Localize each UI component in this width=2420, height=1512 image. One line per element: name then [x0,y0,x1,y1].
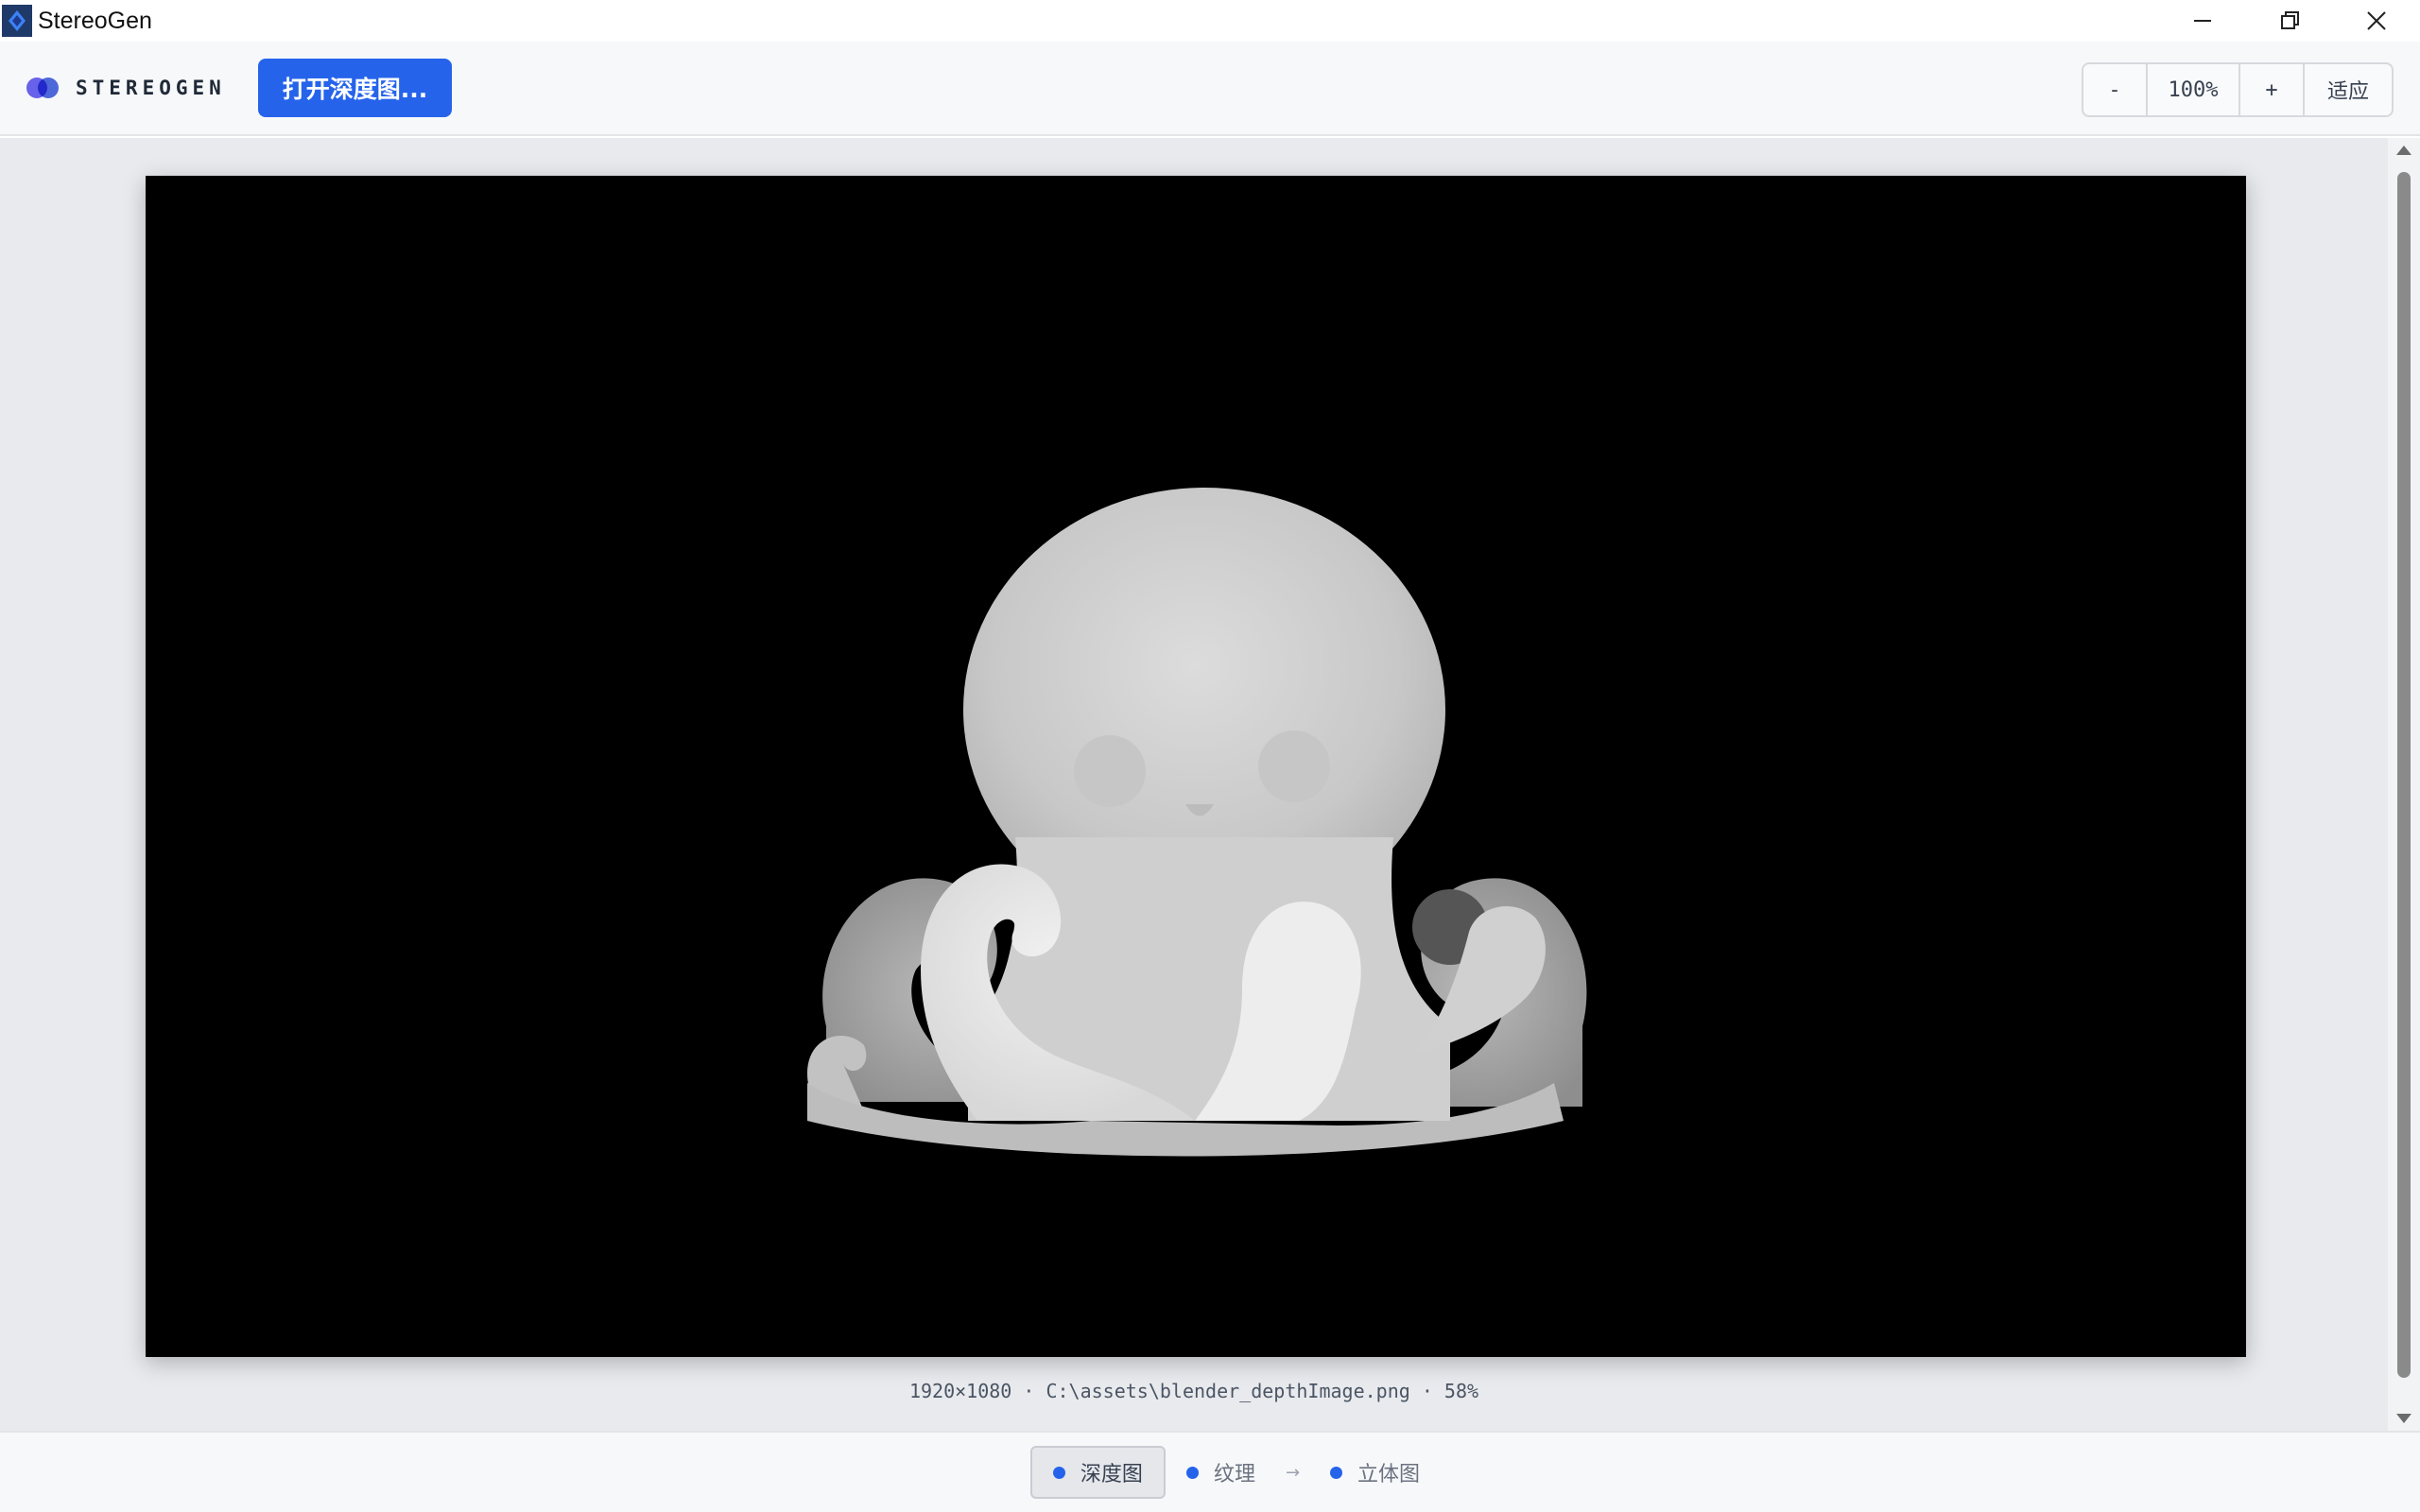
vertical-scrollbar[interactable] [2388,138,2420,1431]
scroll-up-arrow-icon[interactable] [2396,146,2411,155]
minimize-icon [2194,20,2211,22]
status-dot-icon [1185,1466,1199,1479]
step-label: 立体图 [1357,1463,1421,1486]
step-texture[interactable]: 纹理 [1166,1446,1276,1499]
step-depth-map[interactable]: 深度图 [1029,1446,1166,1499]
status-dot-icon [1330,1466,1343,1479]
scroll-down-arrow-icon[interactable] [2396,1414,2411,1423]
step-stereogram[interactable]: 立体图 [1309,1446,1441,1499]
step-label: 纹理 [1213,1463,1255,1486]
window-title: StereoGen [38,7,152,34]
app-icon [2,5,32,37]
zoom-controls: - 100% + 适应 [2082,62,2394,117]
title-bar: StereoGen [0,0,2420,42]
scrollbar-thumb[interactable] [2397,172,2411,1378]
brand-name: STEREOGEN [76,77,226,99]
depth-image [807,488,1587,1157]
close-button[interactable] [2333,0,2420,42]
workflow-steps: 深度图 纹理 → 立体图 [0,1446,2420,1499]
open-depth-map-button[interactable]: 打开深度图... [257,59,453,117]
zoom-level: 100% [2148,64,2240,115]
depth-image-canvas[interactable] [146,176,2246,1357]
zoom-in-button[interactable]: + [2240,64,2305,115]
toolbar: STEREOGEN 打开深度图... - 100% + 适应 [0,42,2420,136]
step-label: 深度图 [1080,1463,1143,1486]
restore-button[interactable] [2246,0,2333,42]
brand-logo-icon [26,77,59,98]
image-info-caption: 1920×1080 · C:\assets\blender_depthImage… [908,1380,1479,1402]
minimize-button[interactable] [2159,0,2246,42]
zoom-out-button[interactable]: - [2083,64,2148,115]
bottom-bar: 深度图 纹理 → 立体图 [0,1431,2420,1512]
window-controls [2159,0,2420,42]
image-viewer: 1920×1080 · C:\assets\blender_depthImage… [0,138,2388,1431]
restore-icon [2281,11,2299,29]
close-icon [2367,11,2386,30]
fit-button[interactable]: 适应 [2305,64,2392,115]
status-dot-icon [1052,1466,1065,1479]
arrow-right-icon: → [1285,1462,1301,1483]
